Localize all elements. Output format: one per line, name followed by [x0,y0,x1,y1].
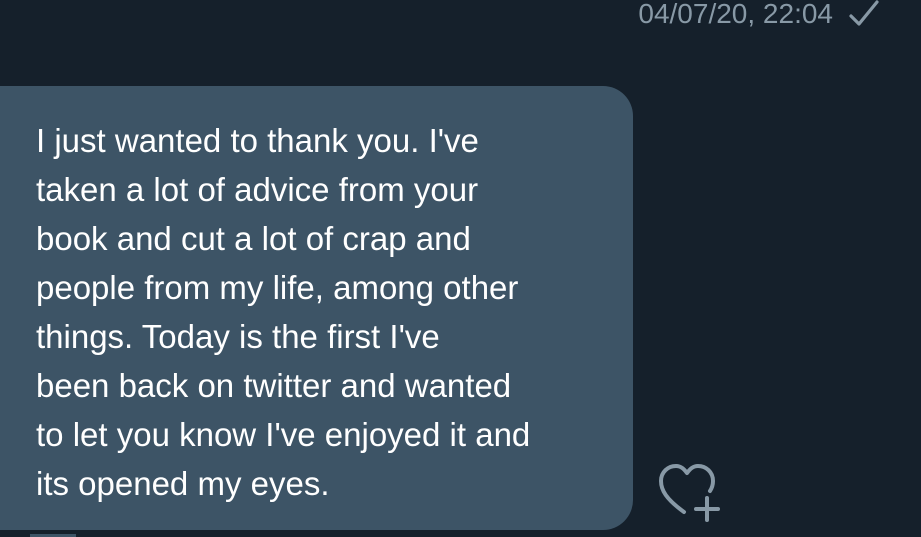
message-timestamp: 04/07/20, 22:04 [638,0,833,29]
check-icon [847,0,881,31]
dm-conversation: 04/07/20, 22:04 I just wanted to thank y… [0,0,921,537]
add-reaction-button[interactable] [656,460,726,524]
message-text: I just wanted to thank you. I've taken a… [36,122,531,502]
heart-plus-icon [656,464,726,528]
sent-message-meta: 04/07/20, 22:04 [638,0,881,32]
